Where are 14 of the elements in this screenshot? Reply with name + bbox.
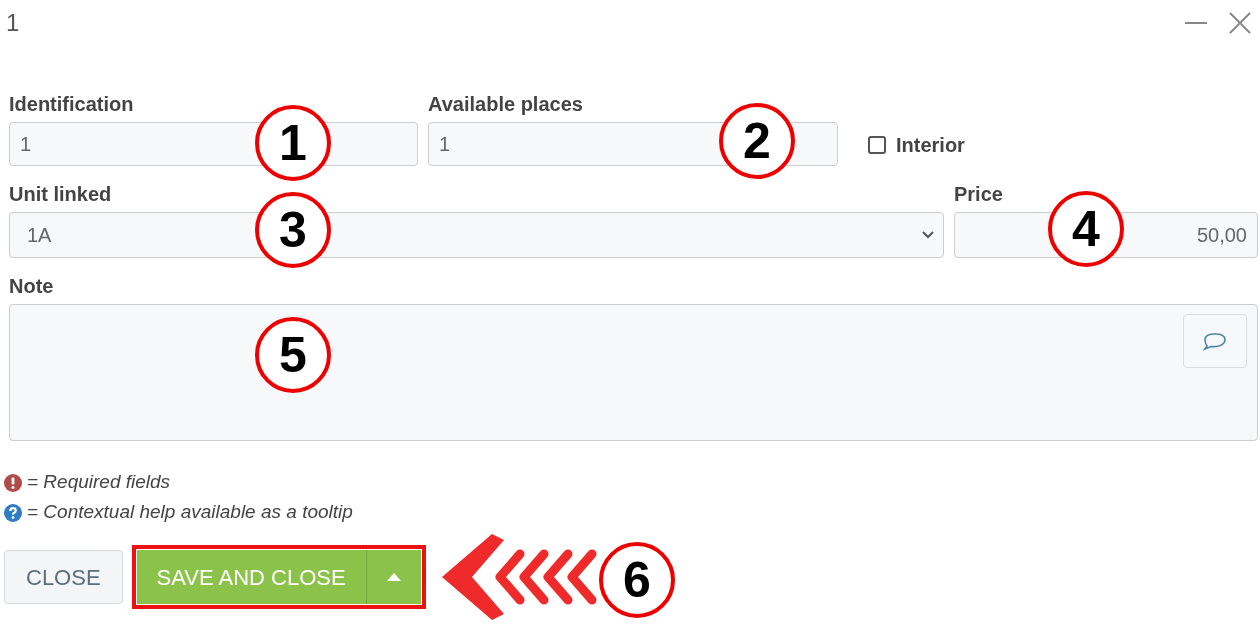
legend-text: = Required fields: [27, 470, 171, 495]
field-label: Identification: [9, 92, 135, 117]
callout-number-overlay: 2: [719, 103, 795, 179]
field-label: Price: [954, 182, 1004, 207]
callout-number-overlay: 1: [255, 105, 331, 181]
callout-number-overlay: 4: [1048, 191, 1124, 267]
callout-number-overlay: 3: [255, 192, 331, 268]
checkbox-label: Interior: [896, 133, 965, 158]
field-label: Unit linked: [9, 182, 113, 207]
legend-text: = Contextual help available as a tooltip: [27, 500, 353, 525]
field-label: Available places: [428, 92, 584, 117]
window-title: 1: [6, 8, 20, 38]
callout-number-overlay: 6: [599, 542, 675, 618]
field-label: Note: [9, 274, 55, 299]
